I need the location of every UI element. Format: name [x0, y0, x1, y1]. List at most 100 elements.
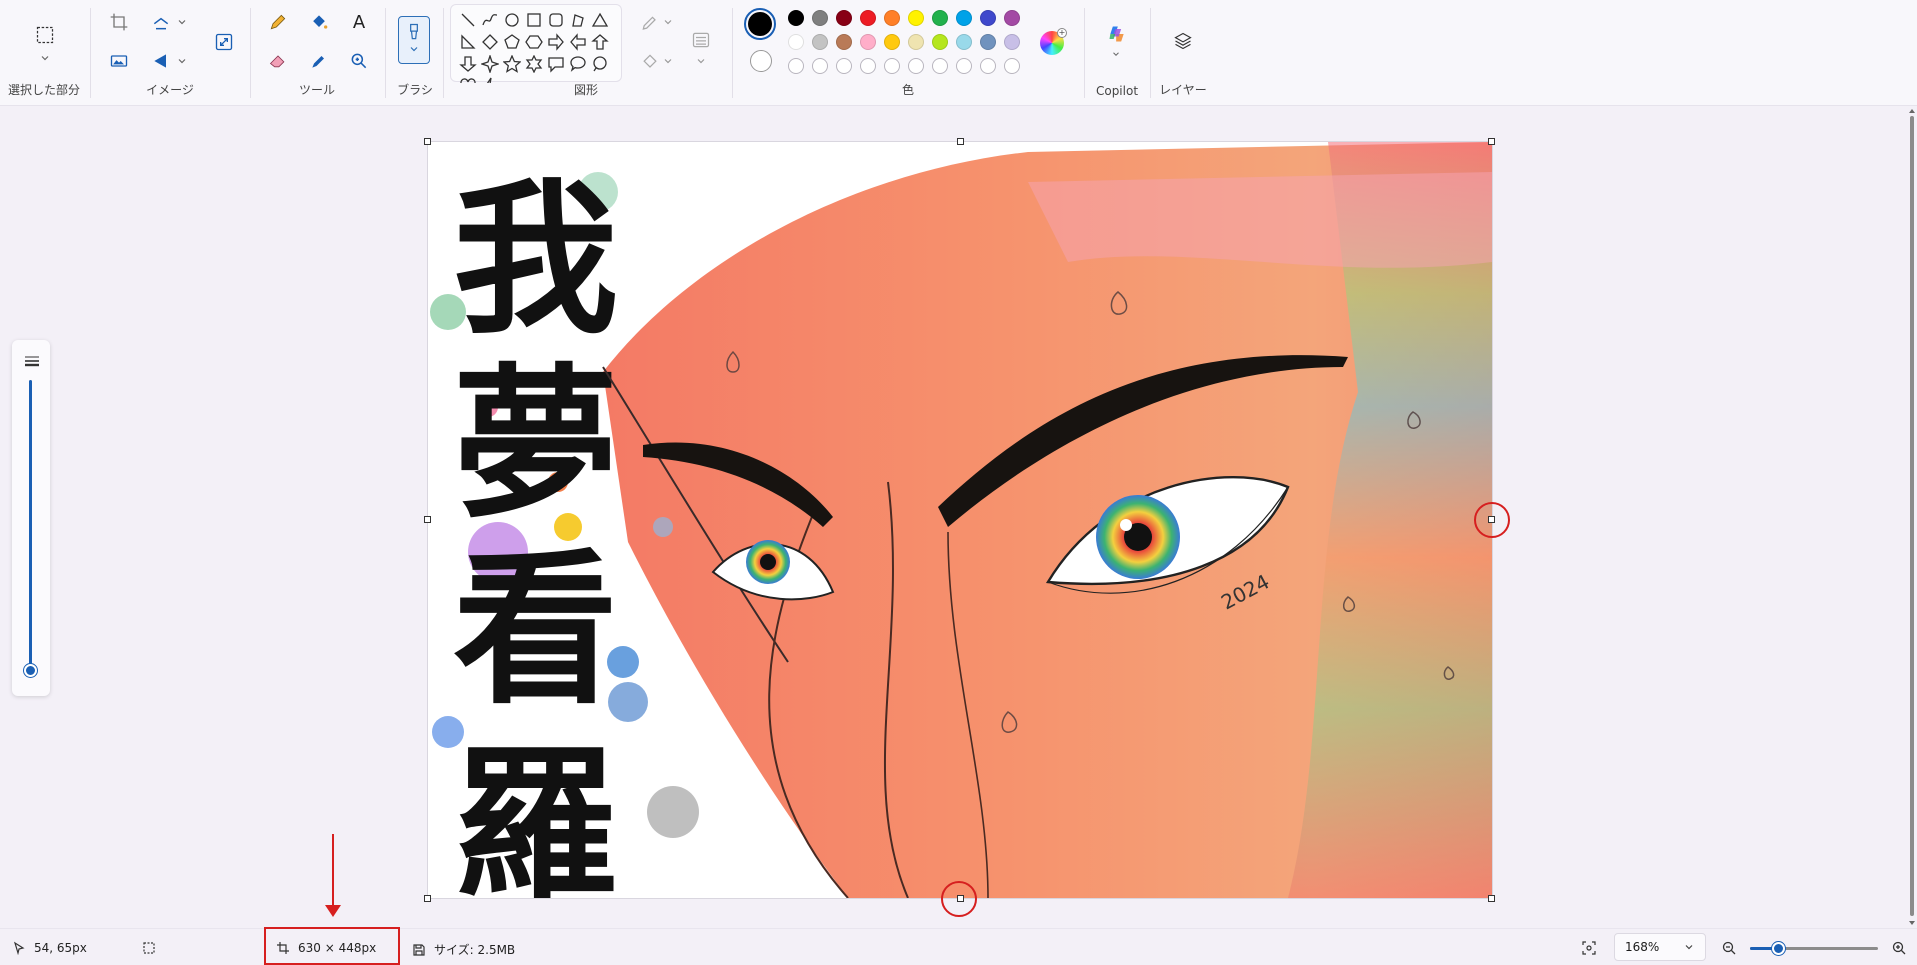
calligraphy-char-4: 羅: [453, 727, 618, 898]
eyedropper-icon: [312, 56, 324, 68]
tools-group: A ツール: [252, 0, 382, 106]
eraser-button[interactable]: [264, 47, 292, 75]
layers-button[interactable]: [1169, 27, 1197, 55]
divider: [443, 8, 444, 98]
chevron-down-icon[interactable]: [176, 16, 188, 28]
magnifier-button[interactable]: [345, 47, 373, 75]
line-thickness-icon: [25, 356, 39, 367]
scroll-up-icon[interactable]: [1908, 108, 1916, 114]
image-select-button[interactable]: [105, 47, 133, 75]
selection-group: 選択した部分: [0, 0, 88, 106]
shapes-group: 図形: [446, 0, 726, 106]
copilot-group-label: Copilot: [1095, 84, 1139, 98]
text-tool-icon: A: [352, 11, 366, 33]
resize-handle-bottom-right[interactable]: [1488, 895, 1495, 902]
pencil-button[interactable]: [264, 8, 292, 36]
flip-icon: [154, 54, 166, 68]
brush-button[interactable]: [398, 16, 430, 64]
brush-size-thumb[interactable]: [24, 664, 37, 677]
copilot-button[interactable]: [1103, 20, 1131, 48]
fit-to-window-icon: [1582, 941, 1596, 955]
magnifier-icon: [351, 53, 367, 69]
rotate-button[interactable]: [147, 8, 175, 36]
text-button[interactable]: A: [345, 8, 373, 36]
annotation-highlight-box: [264, 927, 400, 965]
brush-size-track[interactable]: [29, 380, 32, 676]
zoom-out-button[interactable]: [1722, 941, 1736, 955]
cursor-icon: [13, 941, 25, 955]
fill-bucket-icon: [313, 15, 328, 29]
crop-icon: [110, 13, 128, 31]
divider: [732, 8, 733, 98]
tools-group-label: ツール: [298, 83, 335, 97]
selection-size-icon: [143, 942, 155, 954]
zoom-level-text: 168%: [1625, 940, 1660, 954]
resize-handle-top[interactable]: [957, 138, 964, 145]
vertical-scrollbar[interactable]: [1907, 106, 1917, 928]
crop-button[interactable]: [105, 8, 133, 36]
flip-button[interactable]: [147, 47, 175, 75]
scroll-down-icon[interactable]: [1908, 920, 1916, 926]
brush-size-panel: [12, 340, 50, 696]
resize-handle-left[interactable]: [424, 516, 431, 523]
image-group: イメージ: [92, 0, 248, 106]
annotation-arrow-head: [325, 905, 341, 917]
fit-to-window-button[interactable]: [1582, 941, 1596, 955]
divider: [1150, 8, 1151, 98]
zoom-dropdown[interactable]: 168%: [1614, 933, 1706, 961]
brush-icon: [410, 23, 418, 40]
calligraphy-char-2: 夢: [453, 347, 618, 541]
resize-icon: [215, 33, 233, 51]
selection-group-label: 選択した部分: [7, 83, 80, 97]
layers-group: レイヤー: [1152, 0, 1214, 106]
selection-size: [142, 941, 156, 955]
layers-group-label: レイヤー: [1159, 83, 1207, 97]
artwork-image: 我 夢 看 羅 2024: [428, 142, 1492, 898]
chevron-down-icon: [1685, 945, 1693, 950]
eraser-icon: [269, 55, 285, 68]
zoom-out-icon: [1722, 941, 1736, 955]
colors-group-label: 色: [901, 83, 914, 97]
divider: [1084, 8, 1085, 98]
zoom-in-icon: [1892, 941, 1906, 955]
select-rectangle-icon: [36, 26, 54, 44]
chevron-down-icon[interactable]: [39, 52, 51, 64]
colors-group: 色: [736, 0, 1080, 106]
calligraphy-text: 我 夢 看 羅: [453, 162, 618, 898]
file-size: サイズ: 2.5MB: [412, 941, 515, 958]
pencil-icon: [270, 14, 286, 30]
color-picker-button[interactable]: [305, 47, 333, 75]
zoom-in-button[interactable]: [1892, 941, 1906, 955]
rotate-icon: [153, 17, 169, 30]
chevron-down-icon[interactable]: [1111, 49, 1121, 59]
cursor-position: 54, 65px: [12, 941, 87, 955]
drawing-canvas[interactable]: 我 夢 看 羅 2024: [428, 142, 1492, 898]
brush-group-label: ブラシ: [397, 83, 433, 97]
resize-handle-top-left[interactable]: [424, 138, 431, 145]
file-size-text: サイズ: 2.5MB: [434, 943, 516, 957]
annotation-circle-bottom-handle: [941, 881, 977, 917]
zoom-slider-thumb[interactable]: [1772, 942, 1785, 955]
cursor-position-text: 54, 65px: [34, 941, 87, 955]
layers-icon: [1174, 32, 1192, 50]
zoom-slider-track[interactable]: [1750, 942, 1878, 955]
shapes-group-label: 図形: [573, 83, 598, 97]
resize-button[interactable]: [210, 28, 238, 56]
divider: [90, 8, 91, 98]
resize-handle-bottom-left[interactable]: [424, 895, 431, 902]
divider: [250, 8, 251, 98]
resize-handle-top-right[interactable]: [1488, 138, 1495, 145]
copilot-group: Copilot: [1086, 0, 1148, 106]
calligraphy-char-3: 看: [453, 532, 618, 726]
chevron-down-icon[interactable]: [176, 55, 188, 67]
image-background-icon: [110, 55, 128, 67]
copilot-icon: [1109, 26, 1124, 42]
annotation-arrow: [332, 834, 334, 910]
scrollbar-thumb[interactable]: [1910, 116, 1914, 916]
ribbon-toolbar: 選択した部分 イメージ A ツール ブラシ 図形 + 色 Copilot レイヤ…: [0, 0, 1917, 106]
annotation-circle-right-handle: [1474, 502, 1510, 538]
select-rectangle-button[interactable]: [30, 20, 60, 50]
fill-button[interactable]: [305, 8, 333, 36]
chevron-down-icon: [410, 47, 418, 52]
image-group-label: イメージ: [146, 83, 194, 97]
